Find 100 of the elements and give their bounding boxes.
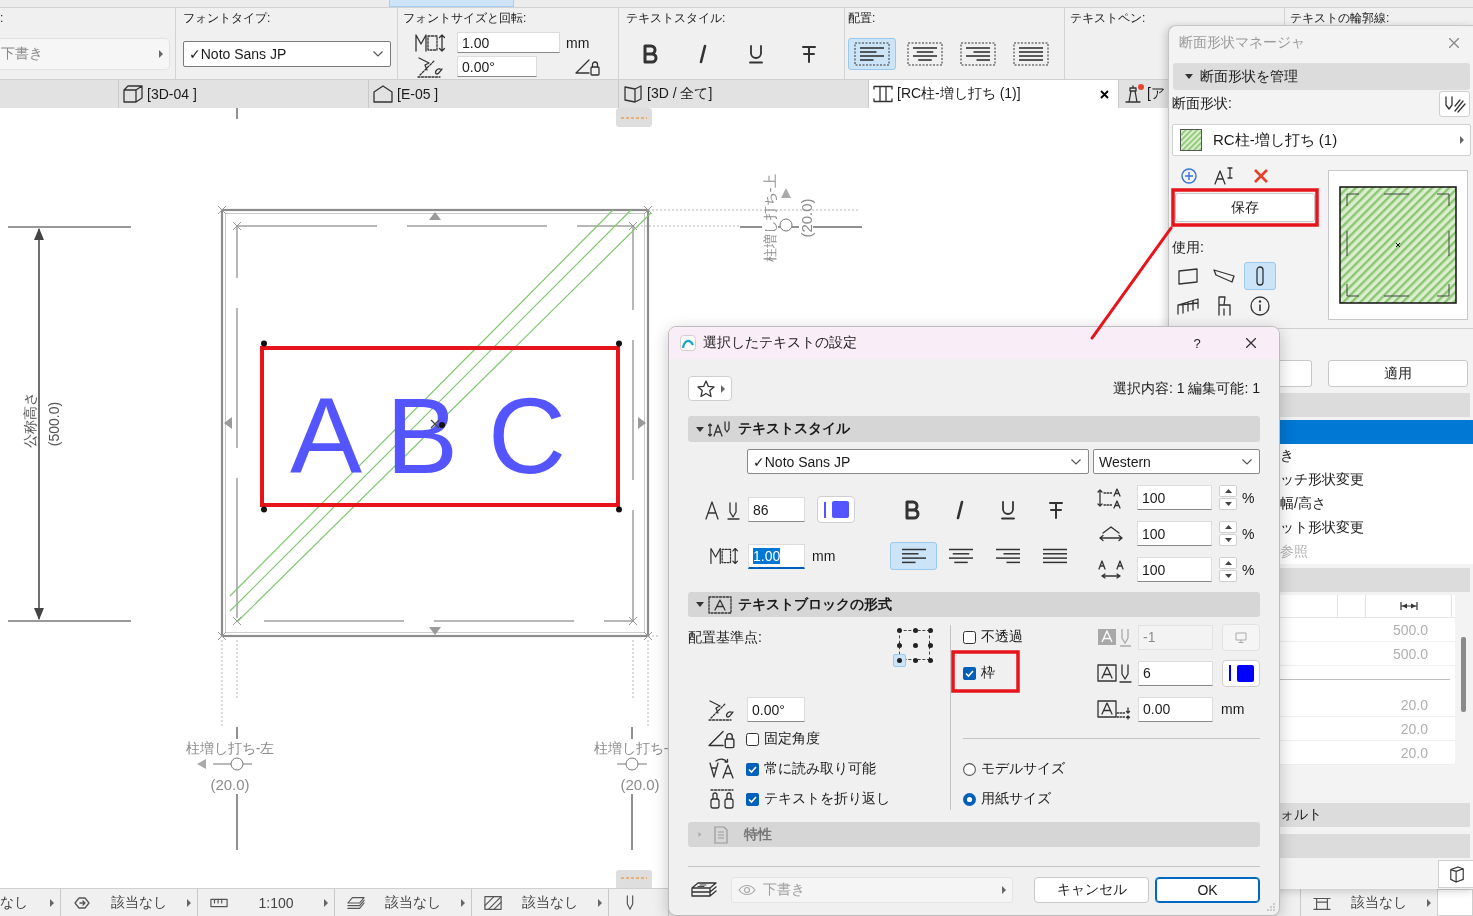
spin-up-button[interactable] (1219, 521, 1237, 533)
spin-down-button[interactable] (1219, 498, 1237, 510)
scale-field[interactable]: 100 (1137, 485, 1212, 510)
group-label: : (0, 10, 4, 26)
pen-field[interactable]: 86 (748, 497, 805, 522)
help-button[interactable]: ? (1187, 333, 1207, 353)
angle-field[interactable]: 0.00° (747, 697, 805, 722)
underline-icon[interactable] (748, 44, 764, 64)
angle-field[interactable]: 0.00° (457, 56, 537, 77)
offset-label: 柱増し打ち- (593, 740, 669, 756)
scale-field[interactable]: 100 (1137, 557, 1212, 582)
pen-color-button[interactable] (1222, 623, 1260, 651)
status-dropdown[interactable]: 該当なし (472, 889, 609, 916)
strikethrough-icon[interactable] (1048, 499, 1064, 520)
bold-icon[interactable] (642, 44, 658, 64)
font-dropdown[interactable]: ✓Noto Sans JP (183, 41, 391, 67)
line-weight-icon (823, 501, 826, 518)
caret-icon (324, 898, 328, 907)
checkbox-label[interactable]: 常に読み取り可能 (764, 760, 876, 778)
arrow-handle-icon[interactable] (224, 417, 232, 429)
spin-down-button[interactable] (1219, 534, 1237, 546)
marker-tab-icon[interactable] (616, 108, 652, 127)
letter-spacing-icon (1097, 558, 1125, 581)
grip-point-icon[interactable] (261, 506, 267, 513)
section-header[interactable]: テキストスタイル (688, 416, 1260, 442)
checkbox[interactable] (963, 630, 976, 644)
add-icon[interactable] (1181, 167, 1197, 184)
list-item[interactable]: き (1280, 444, 1473, 468)
checkbox[interactable] (746, 792, 759, 806)
unit-label: mm (812, 548, 837, 564)
list-item[interactable]: 幅/高さ (1280, 492, 1473, 516)
table-cell: 500.0 (1392, 621, 1428, 638)
spin-up-button[interactable] (1219, 485, 1237, 497)
usage-toggle[interactable] (1244, 262, 1276, 290)
arrow-handle-icon[interactable] (638, 417, 646, 429)
resize-grip-icon[interactable] (1267, 903, 1275, 911)
section-header[interactable]: 断面形状を管理 (1173, 63, 1470, 90)
anchor-point[interactable] (893, 654, 906, 667)
pen-color-button[interactable] (817, 496, 855, 523)
list-item[interactable]: ット形状変更 (1280, 516, 1473, 540)
status-dropdown[interactable]: 1:100 (198, 889, 335, 916)
close-icon[interactable] (1100, 89, 1109, 99)
status-dropdown[interactable]: なし (0, 889, 61, 916)
line-weight-icon (1228, 665, 1231, 681)
size-field[interactable]: 1.00 (457, 32, 560, 53)
favorites-button[interactable] (688, 376, 732, 401)
scale-field[interactable]: 100 (1137, 521, 1212, 546)
radio-label[interactable]: 用紙サイズ (981, 790, 1051, 808)
offset-handle-icon[interactable] (197, 757, 253, 771)
section-header[interactable]: ォルト (1280, 803, 1470, 827)
offset-field[interactable]: 0.00 (1138, 696, 1213, 722)
alignment-button[interactable] (890, 542, 937, 570)
checkbox-label[interactable]: 不透過 (981, 628, 1023, 646)
apply-button[interactable]: 適用 (1328, 360, 1468, 387)
strikethrough-icon[interactable] (801, 44, 817, 64)
offset-handle-icon[interactable] (616, 757, 648, 771)
angle-lock-icon[interactable] (575, 57, 601, 76)
offset-value: (20.0) (620, 775, 660, 793)
profile-dropdown[interactable]: RC柱-増し打ち (1) (1172, 124, 1471, 156)
pen-color-button[interactable] (1222, 659, 1260, 687)
alignment-button[interactable] (848, 38, 896, 70)
checkbox-label[interactable]: 固定角度 (764, 730, 820, 748)
info-icon[interactable] (1250, 296, 1270, 316)
font-dropdown[interactable]: ✓Noto Sans JP (747, 449, 1089, 474)
grip-point-icon[interactable] (261, 340, 267, 347)
status-dropdown[interactable]: 該当なし (335, 889, 472, 916)
panel-button[interactable] (1438, 860, 1473, 888)
underline-icon[interactable] (1000, 499, 1016, 520)
pen-field[interactable]: 6 (1138, 660, 1213, 686)
grip-point-icon[interactable] (616, 340, 622, 347)
save-button[interactable]: 保存 (1175, 193, 1315, 222)
script-dropdown[interactable]: Western (1093, 449, 1260, 474)
size-field[interactable]: 1.00 (748, 543, 805, 569)
view-tab[interactable]: [RC柱-増し打ち (1)] (868, 80, 1118, 108)
offset-handle-icon[interactable] (779, 188, 793, 232)
radio-label[interactable]: モデルサイズ (981, 760, 1065, 778)
checkbox[interactable] (963, 666, 976, 680)
ok-button[interactable]: OK (1155, 877, 1260, 903)
checkbox-label[interactable]: テキストを折り返し (764, 790, 890, 808)
spin-down-button[interactable] (1219, 570, 1237, 582)
checkbox[interactable] (746, 732, 759, 746)
bold-icon[interactable] (904, 499, 920, 520)
marker-tab-icon[interactable] (616, 870, 652, 888)
text-pen-icon (705, 499, 742, 520)
delete-icon[interactable] (1253, 167, 1269, 184)
status-dropdown[interactable]: 該当なし (61, 889, 198, 916)
radio-button[interactable] (963, 792, 976, 806)
section-header[interactable]: テキストブロックの形式 (688, 592, 1260, 617)
list-item[interactable]: ッチ形状変更 (1280, 468, 1473, 492)
cancel-button[interactable]: キャンセル (1034, 877, 1149, 903)
checkbox-label[interactable]: 枠 (981, 664, 995, 682)
close-icon[interactable] (1246, 338, 1256, 348)
checkbox[interactable] (746, 762, 759, 776)
scrollbar-thumb[interactable] (1461, 637, 1466, 712)
spin-up-button[interactable] (1219, 557, 1237, 569)
arrow-handle-icon[interactable] (429, 212, 441, 220)
hatch-edit-button[interactable] (1439, 91, 1470, 117)
arrow-handle-icon[interactable] (429, 627, 441, 635)
radio-button[interactable] (963, 762, 976, 776)
grip-point-icon[interactable] (616, 506, 622, 513)
